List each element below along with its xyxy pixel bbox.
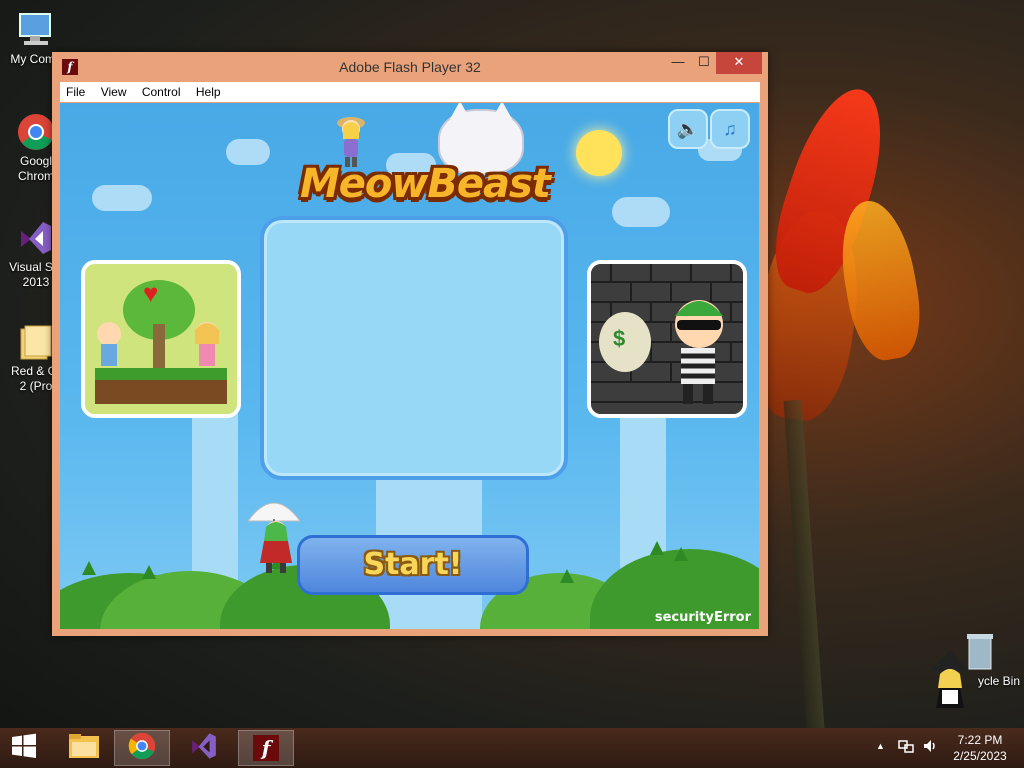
game-thumbnail-robber[interactable]: $	[587, 260, 747, 418]
speaker-icon: 🔈	[676, 119, 700, 139]
clock-date: 2/25/2023	[953, 749, 1007, 763]
game-thumbnail-love[interactable]: ♥	[81, 260, 241, 418]
computer-icon	[16, 10, 56, 50]
system-tray: ▲	[872, 728, 942, 768]
error-message: securityError	[654, 610, 751, 625]
chrome-icon	[128, 732, 156, 765]
taskbar-chrome[interactable]	[114, 730, 170, 766]
visual-studio-icon	[189, 731, 219, 766]
tree	[142, 565, 156, 579]
system-clock[interactable]: 7:22 PM 2/25/2023	[948, 732, 1012, 764]
tree	[650, 541, 664, 555]
tree	[674, 547, 688, 561]
chrome-icon	[16, 112, 56, 152]
menu-view[interactable]: View	[95, 82, 133, 99]
minimize-button[interactable]: —	[664, 52, 692, 74]
money-bag-icon: $	[613, 326, 626, 351]
character-umbrella-girl	[246, 491, 302, 575]
game-canvas[interactable]: 🔈 ♫ MeowBeast ♥ $ Start! securityError	[60, 103, 759, 629]
game-logo: MeowBeast	[300, 161, 551, 207]
clock-time: 7:22 PM	[957, 733, 1003, 747]
taskbar-visual-studio[interactable]	[176, 730, 232, 766]
menu-bar: File View Control Help	[60, 82, 760, 102]
taskbar-file-explorer[interactable]	[56, 730, 112, 766]
desktop-mascot-witch	[928, 650, 972, 716]
music-note-icon: ♫	[723, 119, 737, 139]
maximize-button[interactable]: ☐	[690, 52, 718, 74]
tree	[560, 569, 574, 583]
wallpaper-stem	[783, 399, 825, 731]
cloud	[612, 197, 670, 227]
show-hidden-icon[interactable]: ▲	[876, 741, 885, 751]
cloud	[92, 185, 152, 211]
window-title: Adobe Flash Player 32	[339, 59, 481, 75]
menu-file[interactable]: File	[60, 82, 91, 99]
sound-toggle-button[interactable]: 🔈	[668, 109, 708, 149]
visual-studio-icon	[16, 218, 56, 258]
tree	[82, 561, 96, 575]
taskbar-flash-player[interactable]: f	[238, 730, 294, 766]
start-button[interactable]: Start!	[297, 535, 529, 595]
cloud	[226, 139, 270, 165]
music-toggle-button[interactable]: ♫	[710, 109, 750, 149]
folder-icon	[16, 322, 56, 362]
taskbar: f ▲ 7:22 PM 2/25/2023	[0, 728, 1024, 768]
menu-help[interactable]: Help	[190, 82, 227, 99]
sun	[576, 130, 622, 176]
network-icon[interactable]	[898, 738, 914, 757]
window-titlebar[interactable]: f Adobe Flash Player 32 — ☐ ✕	[52, 52, 768, 80]
flash-icon: f	[253, 735, 279, 761]
flash-player-window: f Adobe Flash Player 32 — ☐ ✕ File View …	[52, 52, 768, 636]
center-panel	[260, 216, 568, 480]
menu-control[interactable]: Control	[136, 82, 187, 99]
start-button-windows[interactable]	[0, 730, 48, 766]
close-button[interactable]: ✕	[716, 52, 762, 74]
windows-logo-icon	[11, 733, 37, 764]
volume-icon[interactable]	[922, 738, 938, 757]
folder-icon	[68, 732, 100, 765]
heart-icon: ♥	[143, 278, 159, 308]
